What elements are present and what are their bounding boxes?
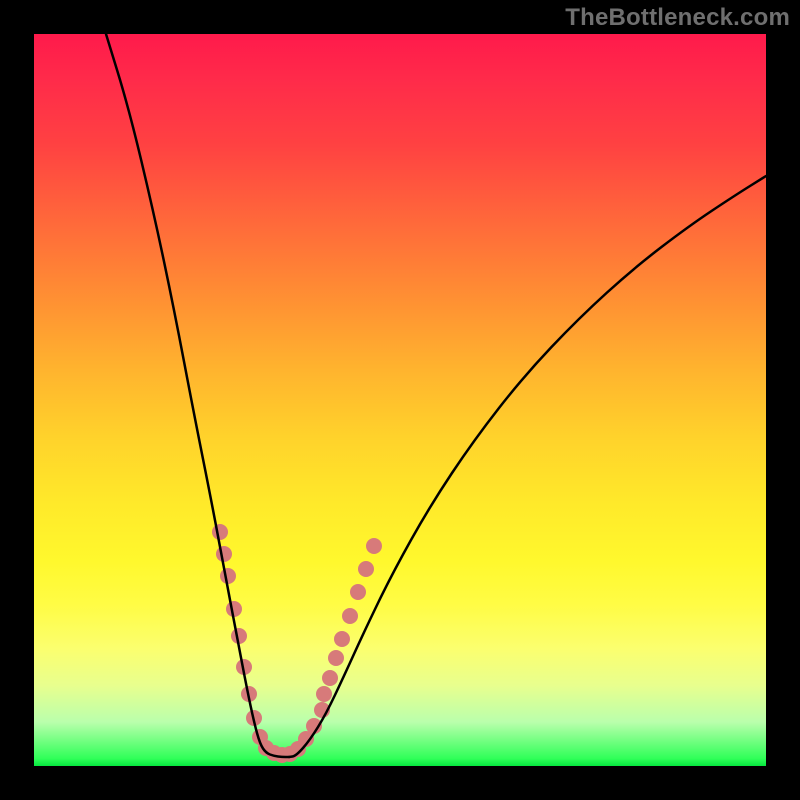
data-marker	[342, 608, 358, 624]
data-marker	[350, 584, 366, 600]
plot-area	[34, 34, 766, 766]
chart-svg	[34, 34, 766, 766]
data-marker	[366, 538, 382, 554]
data-marker	[358, 561, 374, 577]
data-marker	[316, 686, 332, 702]
watermark-text: TheBottleneck.com	[565, 4, 790, 32]
data-marker	[334, 631, 350, 647]
data-marker	[322, 670, 338, 686]
data-marker	[328, 650, 344, 666]
data-marker	[220, 568, 236, 584]
data-marker	[216, 546, 232, 562]
frame: TheBottleneck.com	[0, 0, 800, 800]
curve-left-branch	[106, 34, 289, 757]
curve-right-branch	[289, 176, 766, 757]
data-marker	[212, 524, 228, 540]
